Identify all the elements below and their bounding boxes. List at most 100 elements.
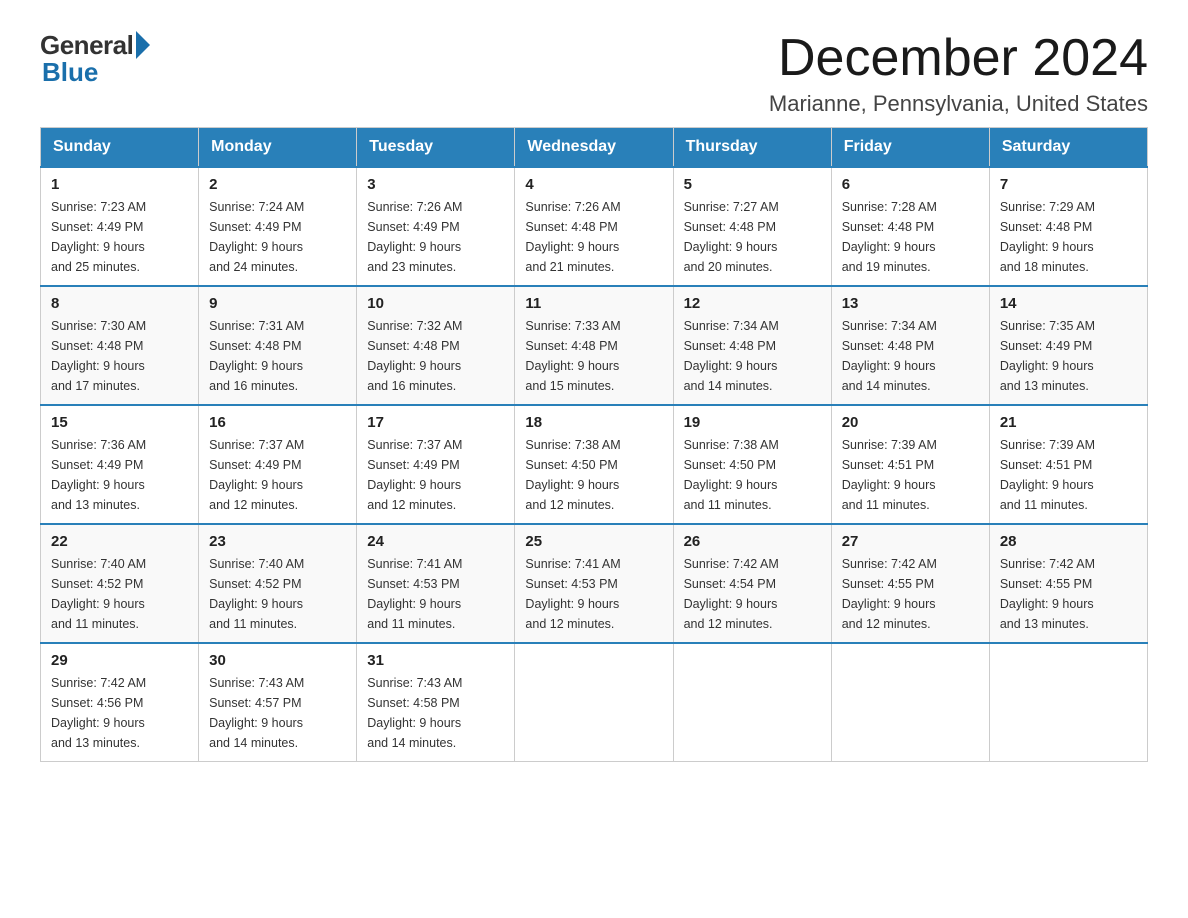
calendar-cell: 14Sunrise: 7:35 AMSunset: 4:49 PMDayligh… — [989, 286, 1147, 405]
day-number: 3 — [367, 176, 504, 193]
day-info: Sunrise: 7:32 AMSunset: 4:48 PMDaylight:… — [367, 316, 504, 396]
calendar-cell: 2 Sunrise: 7:24 AMSunset: 4:49 PMDaylight… — [199, 167, 357, 286]
day-info: Sunrise: 7:42 AMSunset: 4:55 PMDaylight:… — [842, 554, 979, 634]
day-info: Sunrise: 7:40 AMSunset: 4:52 PMDaylight:… — [51, 554, 188, 634]
page-header: General Blue December 2024 Marianne, Pen… — [40, 30, 1148, 117]
location-subtitle: Marianne, Pennsylvania, United States — [769, 91, 1148, 117]
day-info: Sunrise: 7:36 AMSunset: 4:49 PMDaylight:… — [51, 435, 188, 515]
calendar-cell: 24 Sunrise: 7:41 AMSunset: 4:53 PMDayligh… — [357, 524, 515, 643]
day-number: 27 — [842, 533, 979, 550]
day-number: 7 — [1000, 176, 1137, 193]
logo: General Blue — [40, 30, 150, 88]
header-thursday: Thursday — [673, 128, 831, 168]
day-info: Sunrise: 7:29 AMSunset: 4:48 PMDaylight:… — [1000, 197, 1137, 277]
calendar-cell: 22 Sunrise: 7:40 AMSunset: 4:52 PMDayligh… — [41, 524, 199, 643]
day-info: Sunrise: 7:39 AMSunset: 4:51 PMDaylight:… — [1000, 435, 1137, 515]
calendar-cell — [515, 643, 673, 762]
day-info: Sunrise: 7:26 AMSunset: 4:48 PMDaylight:… — [525, 197, 662, 277]
day-info: Sunrise: 7:42 AMSunset: 4:55 PMDaylight:… — [1000, 554, 1137, 634]
day-number: 10 — [367, 295, 504, 312]
day-number: 28 — [1000, 533, 1137, 550]
header-friday: Friday — [831, 128, 989, 168]
day-number: 14 — [1000, 295, 1137, 312]
day-info: Sunrise: 7:40 AMSunset: 4:52 PMDaylight:… — [209, 554, 346, 634]
calendar-cell — [831, 643, 989, 762]
day-number: 26 — [684, 533, 821, 550]
header-wednesday: Wednesday — [515, 128, 673, 168]
calendar-cell: 19 Sunrise: 7:38 AMSunset: 4:50 PMDayligh… — [673, 405, 831, 524]
calendar-cell: 9 Sunrise: 7:31 AMSunset: 4:48 PMDaylight… — [199, 286, 357, 405]
day-info: Sunrise: 7:42 AMSunset: 4:56 PMDaylight:… — [51, 673, 188, 753]
day-number: 12 — [684, 295, 821, 312]
day-number: 31 — [367, 652, 504, 669]
day-number: 9 — [209, 295, 346, 312]
calendar-cell: 30 Sunrise: 7:43 AMSunset: 4:57 PMDayligh… — [199, 643, 357, 762]
day-info: Sunrise: 7:37 AMSunset: 4:49 PMDaylight:… — [209, 435, 346, 515]
day-info: Sunrise: 7:28 AMSunset: 4:48 PMDaylight:… — [842, 197, 979, 277]
day-info: Sunrise: 7:43 AMSunset: 4:58 PMDaylight:… — [367, 673, 504, 753]
week-row-3: 15Sunrise: 7:36 AMSunset: 4:49 PMDayligh… — [41, 405, 1148, 524]
calendar-cell: 16 Sunrise: 7:37 AMSunset: 4:49 PMDayligh… — [199, 405, 357, 524]
month-title: December 2024 — [769, 30, 1148, 87]
calendar-cell: 10 Sunrise: 7:32 AMSunset: 4:48 PMDayligh… — [357, 286, 515, 405]
calendar-cell: 7 Sunrise: 7:29 AMSunset: 4:48 PMDaylight… — [989, 167, 1147, 286]
day-info: Sunrise: 7:30 AMSunset: 4:48 PMDaylight:… — [51, 316, 188, 396]
day-info: Sunrise: 7:41 AMSunset: 4:53 PMDaylight:… — [525, 554, 662, 634]
day-info: Sunrise: 7:41 AMSunset: 4:53 PMDaylight:… — [367, 554, 504, 634]
calendar-cell: 4Sunrise: 7:26 AMSunset: 4:48 PMDaylight… — [515, 167, 673, 286]
day-number: 17 — [367, 414, 504, 431]
calendar-cell: 1Sunrise: 7:23 AMSunset: 4:49 PMDaylight… — [41, 167, 199, 286]
calendar-cell: 23 Sunrise: 7:40 AMSunset: 4:52 PMDayligh… — [199, 524, 357, 643]
day-info: Sunrise: 7:31 AMSunset: 4:48 PMDaylight:… — [209, 316, 346, 396]
day-number: 18 — [525, 414, 662, 431]
calendar-cell: 27 Sunrise: 7:42 AMSunset: 4:55 PMDayligh… — [831, 524, 989, 643]
day-number: 22 — [51, 533, 188, 550]
day-number: 23 — [209, 533, 346, 550]
calendar-cell: 25 Sunrise: 7:41 AMSunset: 4:53 PMDayligh… — [515, 524, 673, 643]
day-number: 16 — [209, 414, 346, 431]
day-number: 2 — [209, 176, 346, 193]
calendar-cell: 12 Sunrise: 7:34 AMSunset: 4:48 PMDayligh… — [673, 286, 831, 405]
day-info: Sunrise: 7:27 AMSunset: 4:48 PMDaylight:… — [684, 197, 821, 277]
calendar-cell — [989, 643, 1147, 762]
day-info: Sunrise: 7:34 AMSunset: 4:48 PMDaylight:… — [684, 316, 821, 396]
day-number: 11 — [525, 295, 662, 312]
day-number: 5 — [684, 176, 821, 193]
calendar-cell: 5 Sunrise: 7:27 AMSunset: 4:48 PMDaylight… — [673, 167, 831, 286]
week-row-5: 29 Sunrise: 7:42 AMSunset: 4:56 PMDayligh… — [41, 643, 1148, 762]
calendar-cell — [673, 643, 831, 762]
day-info: Sunrise: 7:37 AMSunset: 4:49 PMDaylight:… — [367, 435, 504, 515]
calendar-cell: 21 Sunrise: 7:39 AMSunset: 4:51 PMDayligh… — [989, 405, 1147, 524]
day-number: 6 — [842, 176, 979, 193]
weekday-header-row: Sunday Monday Tuesday Wednesday Thursday… — [41, 128, 1148, 168]
day-number: 24 — [367, 533, 504, 550]
calendar-cell: 26 Sunrise: 7:42 AMSunset: 4:54 PMDayligh… — [673, 524, 831, 643]
calendar-cell: 11 Sunrise: 7:33 AMSunset: 4:48 PMDayligh… — [515, 286, 673, 405]
day-number: 19 — [684, 414, 821, 431]
week-row-1: 1Sunrise: 7:23 AMSunset: 4:49 PMDaylight… — [41, 167, 1148, 286]
calendar-cell: 8Sunrise: 7:30 AMSunset: 4:48 PMDaylight… — [41, 286, 199, 405]
day-number: 13 — [842, 295, 979, 312]
day-info: Sunrise: 7:24 AMSunset: 4:49 PMDaylight:… — [209, 197, 346, 277]
day-number: 20 — [842, 414, 979, 431]
day-number: 21 — [1000, 414, 1137, 431]
header-monday: Monday — [199, 128, 357, 168]
day-number: 30 — [209, 652, 346, 669]
calendar-cell: 29 Sunrise: 7:42 AMSunset: 4:56 PMDayligh… — [41, 643, 199, 762]
header-tuesday: Tuesday — [357, 128, 515, 168]
week-row-4: 22 Sunrise: 7:40 AMSunset: 4:52 PMDayligh… — [41, 524, 1148, 643]
day-number: 29 — [51, 652, 188, 669]
title-section: December 2024 Marianne, Pennsylvania, Un… — [769, 30, 1148, 117]
day-info: Sunrise: 7:42 AMSunset: 4:54 PMDaylight:… — [684, 554, 821, 634]
day-info: Sunrise: 7:38 AMSunset: 4:50 PMDaylight:… — [684, 435, 821, 515]
day-info: Sunrise: 7:43 AMSunset: 4:57 PMDaylight:… — [209, 673, 346, 753]
calendar-cell: 18 Sunrise: 7:38 AMSunset: 4:50 PMDayligh… — [515, 405, 673, 524]
calendar-cell: 6 Sunrise: 7:28 AMSunset: 4:48 PMDaylight… — [831, 167, 989, 286]
calendar-cell: 15Sunrise: 7:36 AMSunset: 4:49 PMDayligh… — [41, 405, 199, 524]
day-number: 25 — [525, 533, 662, 550]
logo-blue-text: Blue — [42, 57, 98, 88]
day-number: 1 — [51, 176, 188, 193]
calendar-cell: 20Sunrise: 7:39 AMSunset: 4:51 PMDayligh… — [831, 405, 989, 524]
day-info: Sunrise: 7:33 AMSunset: 4:48 PMDaylight:… — [525, 316, 662, 396]
day-info: Sunrise: 7:38 AMSunset: 4:50 PMDaylight:… — [525, 435, 662, 515]
